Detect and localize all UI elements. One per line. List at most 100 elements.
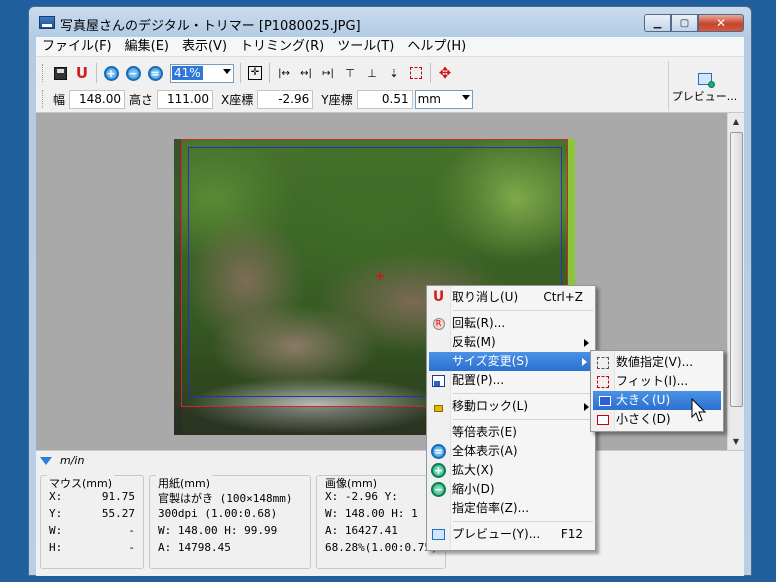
menu-preview[interactable]: プレビュー(Y)... F12 [427, 525, 595, 544]
position-icon [431, 373, 446, 388]
fit-icon [595, 374, 610, 389]
submenu-arrow-icon [582, 358, 587, 366]
toolbar-grip[interactable] [42, 64, 45, 82]
align-left-icon: |↔ [278, 67, 290, 79]
mouse-cursor-icon [691, 398, 707, 422]
zoom-combo[interactable]: 41% [170, 63, 234, 83]
maximize-icon: ▢ [679, 17, 690, 29]
align-top-icon: ⊤ [345, 66, 355, 80]
width-label: 幅 [53, 92, 66, 107]
menu-position[interactable]: 配置(P)... [427, 371, 595, 390]
menu-file[interactable]: ファイル(F) [36, 37, 119, 57]
menu-view[interactable]: 表示(V) [176, 37, 234, 57]
height-label: 高さ [129, 92, 154, 107]
menu-fit-all[interactable]: = 全体表示(A) [427, 442, 595, 461]
fit-frame-button[interactable] [405, 62, 427, 84]
submenu-arrow-icon [584, 339, 589, 347]
align-top-button[interactable]: ⊤ [339, 62, 361, 84]
image-line: X: -2.96 Y: [325, 490, 398, 503]
menu-undo[interactable]: U 取り消し(U) Ctrl+Z [427, 288, 595, 307]
move-button[interactable]: ✥ [434, 62, 456, 84]
larger-icon [597, 393, 612, 408]
app-window: 写真屋さんのデジタル・トリマー [P1080025.JPG] ▁ ▢ ✕ ファイ… [28, 6, 752, 576]
scroll-down-button[interactable]: ▼ [728, 433, 744, 450]
width-field[interactable]: 148.00 [69, 89, 126, 109]
save-icon [53, 66, 67, 80]
align-vcenter-button[interactable]: ⊥ [361, 62, 383, 84]
zoom-out-button[interactable]: − [122, 62, 144, 84]
menu-zoom-out[interactable]: − 縮小(D) [427, 480, 595, 499]
zoom-in-button[interactable]: + [100, 62, 122, 84]
rotate-icon: R [431, 316, 446, 331]
image-line: A: 16427.41 [325, 524, 398, 537]
fit-frame-icon [410, 67, 422, 79]
undo-icon: U [432, 289, 445, 305]
menu-zoom-rate[interactable]: 指定倍率(Z)... [427, 499, 595, 518]
unit-value: mm [417, 92, 441, 106]
app-icon[interactable] [39, 16, 55, 29]
numeric-size-icon [595, 355, 610, 370]
toolbar-main: U + − = 41% ✛ |↔ ↔| ↦| ⊤ ⊥ ⇣ ✥ [42, 61, 456, 85]
chevron-down-icon [223, 68, 231, 74]
zoom-in-icon: + [103, 65, 119, 81]
zoom-value: 41% [172, 66, 203, 80]
align-hcenter-button[interactable]: ↔| [295, 62, 317, 84]
menu-tools[interactable]: ツール(T) [331, 37, 401, 57]
paper-group: 用紙(mm) 官製はがき (100×148mm) 300dpi (1.00:0.… [149, 475, 311, 569]
align-left-button[interactable]: |↔ [273, 62, 295, 84]
menu-actual-size[interactable]: 等倍表示(E) [427, 423, 595, 442]
menu-zoom-in[interactable]: + 拡大(X) [427, 461, 595, 480]
x-field[interactable]: -2.96 [257, 89, 314, 109]
toolbar-grip[interactable] [42, 90, 45, 108]
paper-line: 官製はがき (100×148mm) [158, 492, 293, 505]
menu-edit[interactable]: 編集(E) [119, 37, 176, 57]
height-field[interactable]: 111.00 [157, 89, 214, 109]
fit-all-button[interactable]: = [144, 62, 166, 84]
close-button[interactable]: ✕ [698, 14, 744, 32]
x-label: X座標 [221, 92, 254, 107]
menu-lock[interactable]: 移動ロック(L) [427, 397, 595, 416]
undo-icon: U [75, 64, 89, 82]
menu-flip[interactable]: 反転(M) [427, 333, 595, 352]
unit-toggle-icon[interactable]: m/in [60, 454, 84, 467]
submenu-fit[interactable]: フィット(I)... [591, 372, 723, 391]
client-area: ファイル(F) 編集(E) 表示(V) トリミング(R) ツール(T) ヘルプ(… [36, 37, 744, 576]
window-title: 写真屋さんのデジタル・トリマー [P1080025.JPG] [60, 19, 361, 34]
lock-icon [431, 399, 446, 414]
menu-bar: ファイル(F) 編集(E) 表示(V) トリミング(R) ツール(T) ヘルプ(… [36, 37, 744, 57]
paper-line: W: 148.00 H: 99.99 [158, 524, 278, 537]
scroll-thumb[interactable] [730, 132, 743, 407]
minimize-icon: ▁ [653, 17, 662, 29]
undo-button[interactable]: U [71, 62, 93, 84]
zoom-out-icon: − [431, 482, 446, 497]
menu-help[interactable]: ヘルプ(H) [401, 37, 473, 57]
menu-resize[interactable]: サイズ変更(S) [429, 352, 593, 371]
mouse-group: マウス(mm) X: 91.75 Y: 55.27 W: - H: - [40, 475, 144, 569]
paper-group-title: 用紙(mm) [156, 475, 213, 491]
center-icon: ✛ [248, 66, 262, 80]
align-right-button[interactable]: ↦| [317, 62, 339, 84]
maximize-button[interactable]: ▢ [671, 14, 698, 32]
collapse-icon[interactable] [40, 456, 52, 465]
preview-icon [431, 527, 446, 542]
fit-all-icon: = [431, 444, 446, 459]
menu-trimming[interactable]: トリミング(R) [234, 37, 331, 57]
title-bar[interactable]: 写真屋さんのデジタル・トリマー [P1080025.JPG] ▁ ▢ ✕ [36, 7, 744, 37]
vertical-scrollbar[interactable]: ▲ ▼ [727, 113, 744, 450]
menu-rotate[interactable]: R 回転(R)... [427, 314, 595, 333]
submenu-numeric[interactable]: 数値指定(V)... [591, 353, 723, 372]
center-button[interactable]: ✛ [244, 62, 266, 84]
y-field[interactable]: 0.51 [356, 89, 413, 109]
preview-button[interactable]: プレビュー... [668, 61, 740, 111]
y-label: Y座標 [321, 92, 353, 107]
align-bottom-icon: ⇣ [389, 66, 399, 80]
unit-select[interactable]: mm [414, 89, 473, 109]
toolbar-dimensions: 幅 148.00 高さ 111.00 X座標 -2.96 Y座標 0.51 mm [42, 88, 473, 110]
scroll-up-button[interactable]: ▲ [728, 113, 744, 130]
align-bottom-button[interactable]: ⇣ [383, 62, 405, 84]
align-vcenter-icon: ⊥ [367, 66, 377, 80]
minimize-button[interactable]: ▁ [644, 14, 671, 32]
image-line: 68.28%(1.00:0.75) [325, 541, 438, 554]
center-marker-icon: + [375, 269, 386, 283]
save-button[interactable] [49, 62, 71, 84]
